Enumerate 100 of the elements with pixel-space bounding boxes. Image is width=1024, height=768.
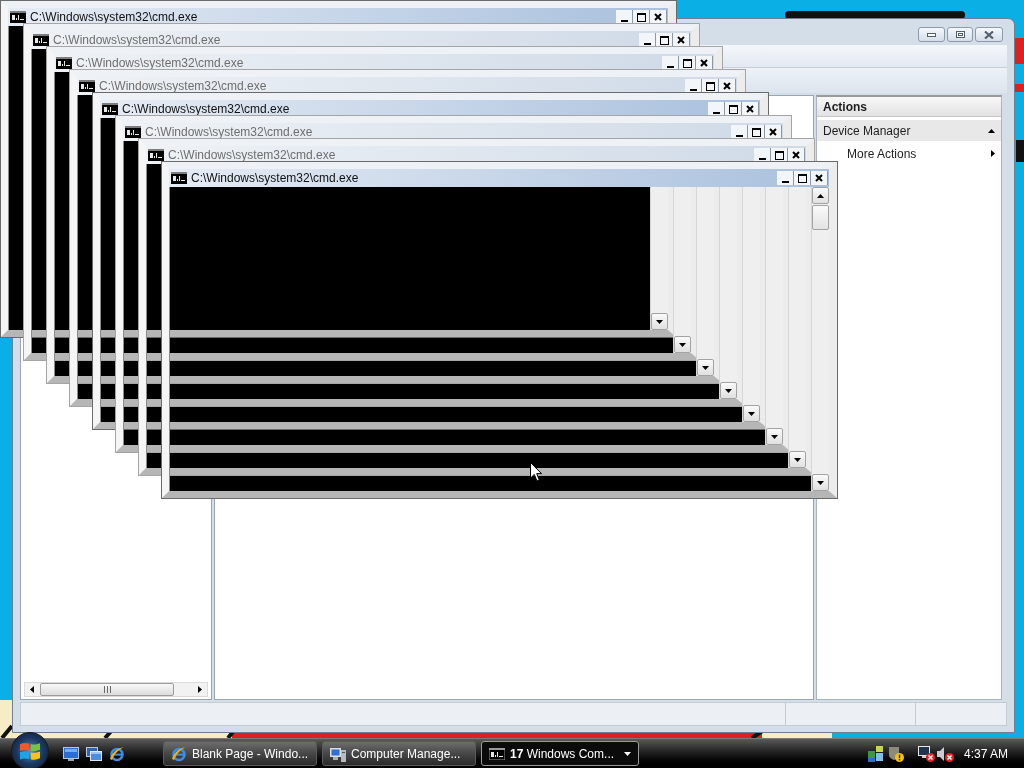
minimize-icon: [620, 20, 628, 22]
maximize-button[interactable]: [794, 171, 811, 185]
close-button[interactable]: [650, 10, 667, 24]
close-button[interactable]: [788, 148, 805, 162]
console-icon: [489, 747, 505, 760]
triangle-down-icon: [748, 411, 755, 416]
scroll-down-button[interactable]: [720, 382, 737, 399]
close-icon: [723, 82, 731, 90]
minimize-icon: [689, 89, 697, 91]
minimize-button[interactable]: [685, 79, 702, 93]
close-button[interactable]: [719, 79, 736, 93]
maximize-button[interactable]: [947, 27, 973, 42]
maximize-button[interactable]: [725, 102, 742, 116]
minimize-button[interactable]: [918, 27, 945, 42]
maximize-icon: [659, 35, 669, 45]
window-title: C:\Windows\system32\cmd.exe: [191, 171, 359, 185]
close-button[interactable]: [742, 102, 759, 116]
maximize-icon: [636, 12, 646, 22]
window-title: C:\Windows\system32\cmd.exe: [168, 148, 336, 162]
close-button[interactable]: [673, 33, 690, 47]
window-square-icon: [955, 31, 965, 38]
triangle-left-icon: [30, 686, 34, 693]
grip-icon: [103, 686, 111, 693]
maximize-icon: [705, 81, 715, 91]
triangle-down-icon: [817, 480, 824, 485]
minimize-button[interactable]: [639, 33, 656, 47]
console-icon: [148, 149, 164, 161]
maximize-button[interactable]: [679, 56, 696, 70]
start-button[interactable]: [11, 732, 49, 768]
maximize-button[interactable]: [702, 79, 719, 93]
triangle-down-icon: [656, 319, 663, 324]
close-icon: [654, 13, 662, 21]
minimize-button[interactable]: [754, 148, 771, 162]
console-icon: [10, 11, 26, 23]
computer-icon: [330, 745, 346, 762]
triangle-down-icon: [702, 365, 709, 370]
e-logo-icon[interactable]: [109, 745, 125, 762]
taskbar-button[interactable]: Computer Manage...: [322, 741, 476, 766]
maximize-button[interactable]: [656, 33, 673, 47]
taskbar-button[interactable]: Blank Page - Windo...: [163, 741, 317, 766]
console-icon: [56, 57, 72, 69]
minimize-button[interactable]: [662, 56, 679, 70]
triangle-right-icon: [991, 150, 995, 157]
scroll-up-button[interactable]: [812, 187, 829, 204]
taskbar-button[interactable]: 17 Windows Com...: [481, 741, 639, 766]
close-icon: [769, 128, 777, 136]
scroll-down-button[interactable]: [789, 451, 806, 468]
scrollbar-thumb[interactable]: [812, 205, 829, 230]
close-button[interactable]: [811, 171, 828, 185]
flag-icon: [20, 741, 40, 761]
maximize-icon: [751, 127, 761, 137]
console-icon: [125, 126, 141, 138]
console-icon: [171, 172, 187, 184]
scroll-down-button[interactable]: [812, 474, 829, 491]
window-title: C:\Windows\system32\cmd.exe: [76, 56, 244, 70]
minimize-button[interactable]: [708, 102, 725, 116]
maximize-button[interactable]: [633, 10, 650, 24]
window-title: C:\Windows\system32\cmd.exe: [30, 10, 198, 24]
close-icon: [746, 105, 754, 113]
action-section[interactable]: Device Manager: [817, 120, 1001, 141]
artwork-fragment: [1014, 84, 1024, 92]
window-title: C:\Windows\system32\cmd.exe: [99, 79, 267, 93]
maximize-button[interactable]: [748, 125, 765, 139]
close-button[interactable]: [765, 125, 782, 139]
console-icon: [79, 80, 95, 92]
minimize-button[interactable]: [731, 125, 748, 139]
triangle-down-icon: [771, 434, 778, 439]
e-logo-icon: [171, 745, 187, 762]
clock[interactable]: 4:37 AM: [963, 744, 1008, 763]
mouse-pointer-icon: [530, 462, 542, 482]
maximize-icon: [728, 104, 738, 114]
close-icon: [677, 36, 685, 44]
tiles-icon[interactable]: [867, 745, 884, 762]
close-icon: [700, 59, 708, 67]
monitor-icon[interactable]: [63, 746, 79, 761]
scroll-down-button[interactable]: [674, 336, 691, 353]
minimize-icon: [758, 158, 766, 160]
monitor-error-icon[interactable]: [917, 745, 935, 762]
scrollbar-thumb[interactable]: [40, 683, 174, 696]
speaker-muted-icon[interactable]: [936, 745, 954, 762]
scroll-down-button[interactable]: [766, 428, 783, 445]
minimize-icon: [735, 135, 743, 137]
scroll-down-button[interactable]: [651, 313, 668, 330]
console-icon: [102, 103, 118, 115]
minimize-button[interactable]: [777, 171, 794, 185]
scroll-down-button[interactable]: [697, 359, 714, 376]
maximize-button[interactable]: [771, 148, 788, 162]
minimize-button[interactable]: [616, 10, 633, 24]
shield-warning-icon[interactable]: [887, 745, 904, 762]
window-title: C:\Windows\system32\cmd.exe: [145, 125, 313, 139]
action-item[interactable]: More Actions: [817, 143, 1001, 164]
triangle-right-icon: [198, 686, 202, 693]
window-title: C:\Windows\system32\cmd.exe: [122, 102, 290, 116]
maximize-icon: [682, 58, 692, 68]
stacked-windows-icon[interactable]: [86, 746, 102, 761]
close-button[interactable]: [696, 56, 713, 70]
minimize-icon: [712, 112, 720, 114]
triangle-down-icon: [725, 388, 732, 393]
console-icon: [33, 34, 49, 46]
scroll-down-button[interactable]: [743, 405, 760, 422]
